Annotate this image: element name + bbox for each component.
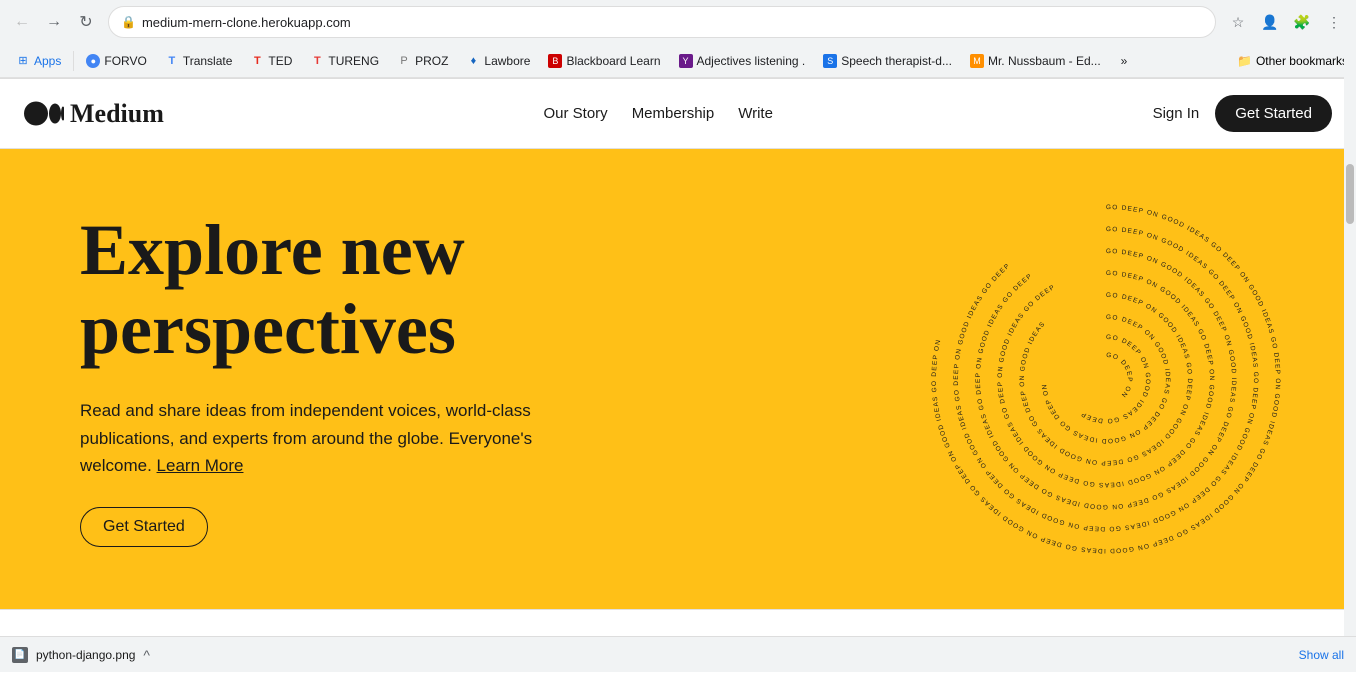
bookmark-tureng[interactable]: T TURENG xyxy=(302,51,387,71)
show-all-button[interactable]: Show all xyxy=(1299,648,1344,662)
bookmark-nussbaum[interactable]: M Mr. Nussbaum - Ed... xyxy=(962,51,1109,71)
scrollbar-thumb[interactable] xyxy=(1346,164,1354,224)
download-item: 📄 python-django.png ^ xyxy=(12,647,150,663)
medium-logo[interactable]: Medium xyxy=(24,99,164,129)
address-bar[interactable]: 🔒 medium-mern-clone.herokuapp.com xyxy=(108,6,1216,38)
other-bookmarks[interactable]: 📁 Other bookmarks xyxy=(1237,54,1348,68)
profile-button[interactable]: 👤 xyxy=(1256,8,1284,36)
svg-text:GO DEEP ON GOOD IDEAS GO DEEP: GO DEEP ON GOOD IDEAS GO DEEP ON GOOD ID… xyxy=(975,248,1237,510)
medium-logo-text: Medium xyxy=(70,99,164,129)
translate-icon: T xyxy=(165,54,179,68)
back-button[interactable]: ← xyxy=(8,8,36,36)
download-filename: python-django.png xyxy=(36,648,135,662)
nussbaum-icon: M xyxy=(970,54,984,68)
bookmark-lawbore[interactable]: ♦ Lawbore xyxy=(458,51,538,71)
svg-text:GO DEEP ON GOOD IDEAS GO DEEP: GO DEEP ON GOOD IDEAS GO DEEP xyxy=(1079,334,1151,424)
adjectives-icon: Y xyxy=(679,54,693,68)
scrollbar[interactable] xyxy=(1344,44,1356,672)
medium-nav-actions: Sign In Get Started xyxy=(1153,95,1332,132)
star-button[interactable]: ☆ xyxy=(1224,8,1252,36)
bookmarks-bar: ⊞ Apps ● FORVO T Translate T TED T TUREN… xyxy=(0,44,1356,78)
blackboard-icon: B xyxy=(548,54,562,68)
membership-link[interactable]: Membership xyxy=(632,105,715,122)
bookmark-apps[interactable]: ⊞ Apps xyxy=(8,51,69,71)
hero-section: Explore new perspectives Read and share … xyxy=(0,149,1356,609)
download-bar: 📄 python-django.png ^ Show all xyxy=(0,636,1356,672)
menu-button[interactable]: ⋮ xyxy=(1320,8,1348,36)
bookmark-speech[interactable]: S Speech therapist-d... xyxy=(815,51,960,71)
bookmark-ted[interactable]: T TED xyxy=(242,51,300,71)
forward-button[interactable]: → xyxy=(40,8,68,36)
forvo-icon: ● xyxy=(86,54,100,68)
our-story-link[interactable]: Our Story xyxy=(544,105,608,122)
refresh-button[interactable]: ↻ xyxy=(72,8,100,36)
lawbore-icon: ♦ xyxy=(466,54,480,68)
browser-toolbar: ← → ↻ 🔒 medium-mern-clone.herokuapp.com … xyxy=(0,0,1356,44)
browser-actions: ☆ 👤 🧩 ⋮ xyxy=(1224,8,1348,36)
lock-icon: 🔒 xyxy=(121,15,136,29)
spiral-svg: GO DEEP ON GOOD IDEAS GO DEEP ON GOOD ID… xyxy=(916,189,1296,569)
tureng-icon: T xyxy=(310,54,324,68)
svg-text:GO DEEP ON GOOD IDEAS GO DEEP: GO DEEP ON GOOD IDEAS GO DEEP ON GOOD ID… xyxy=(1041,314,1171,444)
medium-logo-icon xyxy=(24,101,64,126)
browser-chrome: ← → ↻ 🔒 medium-mern-clone.herokuapp.com … xyxy=(0,0,1356,79)
proz-icon: P xyxy=(397,54,411,68)
hero-description: Read and share ideas from independent vo… xyxy=(80,397,600,479)
medium-nav: Medium Our Story Membership Write Sign I… xyxy=(0,79,1356,149)
download-chevron-icon[interactable]: ^ xyxy=(143,647,150,663)
medium-site: Medium Our Story Membership Write Sign I… xyxy=(0,79,1356,692)
bookmark-separator xyxy=(73,51,74,71)
url-text: medium-mern-clone.herokuapp.com xyxy=(142,15,1203,30)
medium-nav-links: Our Story Membership Write xyxy=(544,105,773,122)
bookmark-translate[interactable]: T Translate xyxy=(157,51,241,71)
hero-content: Explore new perspectives Read and share … xyxy=(80,211,600,547)
bookmark-more[interactable]: » xyxy=(1113,51,1136,71)
bookmark-proz[interactable]: P PROZ xyxy=(389,51,456,71)
extensions-button[interactable]: 🧩 xyxy=(1288,8,1316,36)
bookmark-adjectives[interactable]: Y Adjectives listening . xyxy=(671,51,814,71)
bookmark-forvo[interactable]: ● FORVO xyxy=(78,51,154,71)
nav-buttons: ← → ↻ xyxy=(8,8,100,36)
svg-text:GO DEEP ON GOOD IDEAS GO DEEP: GO DEEP ON GOOD IDEAS GO DEEP ON GOOD ID… xyxy=(997,270,1215,488)
get-started-nav-button[interactable]: Get Started xyxy=(1215,95,1332,132)
svg-text:GO DEEP ON: GO DEEP ON xyxy=(1106,352,1133,399)
bookmark-blackboard[interactable]: B Blackboard Learn xyxy=(540,51,668,71)
sign-in-link[interactable]: Sign In xyxy=(1153,105,1200,122)
folder-icon: 📁 xyxy=(1237,54,1252,68)
download-file-icon: 📄 xyxy=(12,647,28,663)
ted-icon: T xyxy=(250,54,264,68)
get-started-hero-button[interactable]: Get Started xyxy=(80,507,208,547)
hero-spiral: GO DEEP ON GOOD IDEAS GO DEEP ON GOOD ID… xyxy=(916,189,1296,569)
speech-icon: S xyxy=(823,54,837,68)
svg-text:GO DEEP ON GOOD IDEAS GO DEEP: GO DEEP ON GOOD IDEAS GO DEEP ON GOOD ID… xyxy=(931,204,1281,554)
hero-title: Explore new perspectives xyxy=(80,211,600,369)
write-link[interactable]: Write xyxy=(738,105,773,122)
learn-more-link[interactable]: Learn More xyxy=(157,456,244,475)
apps-icon: ⊞ xyxy=(16,54,30,68)
